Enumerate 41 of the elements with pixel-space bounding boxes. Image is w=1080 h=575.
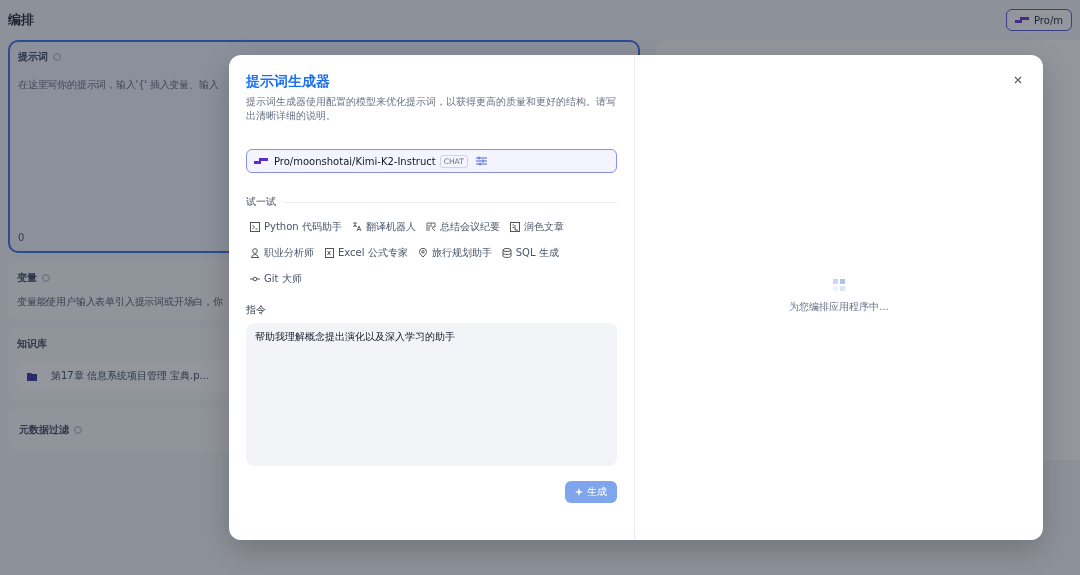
template-button[interactable]: Python 代码助手 xyxy=(246,217,346,237)
template-button[interactable]: 总结会议纪要 xyxy=(421,217,504,237)
database-icon xyxy=(501,248,512,258)
section-label: 变量 xyxy=(17,271,37,285)
instruction-field[interactable]: 帮助我理解概念提出演化以及深入学习的助手 xyxy=(246,323,617,466)
translate-icon xyxy=(351,222,362,232)
model-logo-icon xyxy=(254,157,268,165)
section-description: 变量能使用户输入表单引入提示词或开场白，你 xyxy=(17,295,223,309)
map-pin-icon xyxy=(417,248,428,258)
template-button[interactable]: Git 大师 xyxy=(246,269,306,289)
model-logo-icon xyxy=(1015,16,1029,24)
page-title: 编排 xyxy=(8,11,34,29)
dialog-description: 提示词生成器使用配置的模型来优化提示词，以获得更高的质量和更好的结构。请写出清晰详细的说明。 xyxy=(246,95,617,123)
template-button[interactable]: 职业分析师 xyxy=(246,243,318,263)
loading-text: 为您编排应用程序中... xyxy=(789,300,889,314)
template-button[interactable]: SQL 生成 xyxy=(497,243,563,263)
spreadsheet-icon xyxy=(324,248,334,258)
help-icon xyxy=(74,426,82,434)
folder-icon xyxy=(27,371,37,381)
commit-icon xyxy=(250,274,260,284)
help-icon xyxy=(53,53,61,61)
section-label: 试一试 xyxy=(246,195,276,209)
sliders-icon xyxy=(475,156,487,166)
section-label: 元数据过滤 xyxy=(19,423,69,437)
section-label: 提示词 xyxy=(18,50,48,64)
close-icon xyxy=(1014,76,1022,84)
template-button[interactable]: 润色文章 xyxy=(505,217,568,237)
loading-icon xyxy=(833,279,845,291)
character-count: 0 xyxy=(18,232,25,243)
help-icon xyxy=(42,274,50,282)
model-button[interactable]: Pro/m xyxy=(1006,9,1072,31)
person-icon xyxy=(250,248,260,258)
document-icon xyxy=(509,222,520,232)
template-button[interactable]: Excel 公式专家 xyxy=(320,243,412,263)
section-label: 知识库 xyxy=(17,337,47,351)
dialog-title: 提示词生成器 xyxy=(246,73,331,91)
template-button[interactable]: 旅行规划助手 xyxy=(413,243,496,263)
sparkle-icon xyxy=(575,488,583,496)
section-label: 指令 xyxy=(246,303,267,317)
terminal-icon xyxy=(250,222,260,232)
template-button[interactable]: 翻译机器人 xyxy=(347,217,420,237)
